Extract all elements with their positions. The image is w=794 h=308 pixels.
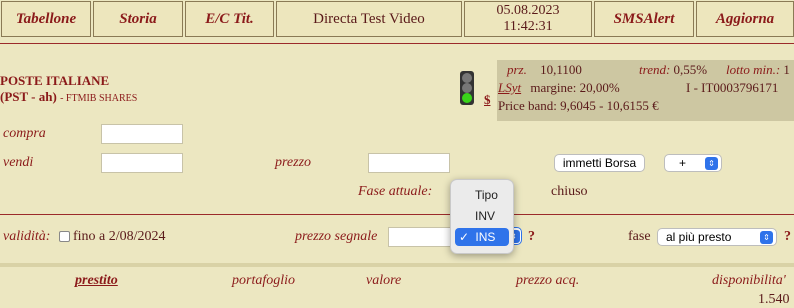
section-band [0,263,794,267]
validita-label: validità: [3,229,51,244]
sign-select[interactable]: + ⇕ [664,154,722,172]
price-row: prz. 10,1100 [507,62,582,80]
prezzo-segnale-label: prezzo segnale [295,229,378,244]
chevron-updown-icon: ⇕ [760,231,773,244]
prezzo-label: prezzo [275,155,312,170]
fase-select[interactable]: al più presto ⇕ [657,228,777,246]
stock-name: POSTE ITALIANE [0,73,110,88]
disponibilita-value: 1.540 [758,292,790,307]
menu-item-ins[interactable]: ✓ INS [455,228,509,246]
stock-market: - FTMIB SHARES [60,93,138,104]
check-icon: ✓ [459,230,470,244]
margin-row: LSyt margine: 20,00% [498,80,620,98]
lsyt-link[interactable]: LSyt [498,80,521,95]
nav-tabellone-button[interactable]: Tabellone [1,1,91,37]
menu-item-inv[interactable]: INV [455,207,509,225]
margin-value: 20,00% [579,80,620,95]
col-disponibilita: disponibilita' [712,273,786,288]
col-prestito-link[interactable]: prestito [75,273,118,289]
light-yellow-off [462,83,472,93]
compra-label: compra [3,126,46,141]
trend-row: trend: 0,55% [639,62,707,80]
top-nav: Tabellone Storia E/C Tit. Directa Test V… [0,0,794,38]
fase-attuale-value: chiuso [551,184,588,199]
nav-aggiorna-button[interactable]: Aggiorna [696,1,794,37]
currency-link[interactable]: $ [484,92,491,108]
stock-header: POSTE ITALIANE (PST - ah) - FTMIB SHARES [0,73,137,107]
immetti-borsa-button[interactable]: immetti Borsa [554,154,645,172]
chevron-updown-icon: ⇕ [705,157,718,170]
traffic-light-icon [460,71,474,105]
divider-middle [0,214,794,215]
nav-smsalert-button[interactable]: SMSAlert [594,1,694,37]
lotto-label: lotto min.: [726,62,781,77]
price-value: 10,1100 [540,62,582,77]
sign-select-value: + [679,156,687,170]
fase-attuale-label: Fase attuale: [358,184,433,199]
nav-datetime: 05.08.2023 11:42:31 [464,1,592,37]
lotto-row: lotto min.: 1 [726,62,790,80]
quote-info-box: prz. 10,1100 trend: 0,55% lotto min.: 1 … [497,60,794,121]
nav-date: 05.08.2023 [496,3,560,18]
menu-item-tipo[interactable]: Tipo [455,186,509,204]
validity-checkbox[interactable] [59,231,70,242]
fase-select-value: al più presto [666,230,732,244]
help-question-mark-fase[interactable]: ? [784,229,791,245]
isin-value: I - IT0003796171 [686,80,779,95]
trend-label: trend: [639,62,671,77]
col-prezzo-acq: prezzo acq. [516,273,580,288]
fase-label: fase [628,229,651,244]
margin-label: margine: [530,80,577,95]
price-band: Price band: 9,6045 - 10,6155 € [498,98,659,113]
vendi-input[interactable] [101,153,183,173]
nav-title: Directa Test Video [276,1,462,37]
nav-ec-tit-button[interactable]: E/C Tit. [185,1,274,37]
menu-item-ins-label: INS [475,230,496,244]
col-valore: valore [366,273,402,288]
stock-code-line: (PST - ah) - FTMIB SHARES [0,89,137,107]
lotto-value: 1 [783,62,790,77]
light-green-on [462,93,472,103]
divider-top [0,43,794,44]
validity-date-text: fino a 2/08/2024 [73,229,166,244]
compra-input[interactable] [101,124,183,144]
nav-storia-button[interactable]: Storia [93,1,183,37]
tipo-dropdown-menu: Tipo INV ✓ INS [450,179,514,254]
trend-value: 0,55% [673,62,708,77]
stock-code: (PST - ah) [0,89,57,104]
light-red-off [462,73,472,83]
help-question-mark[interactable]: ? [528,229,535,245]
price-label: prz. [507,62,527,77]
prezzo-input[interactable] [368,153,450,173]
nav-time: 11:42:31 [503,19,553,34]
col-portafoglio: portafoglio [232,273,296,288]
vendi-label: vendi [3,155,34,170]
